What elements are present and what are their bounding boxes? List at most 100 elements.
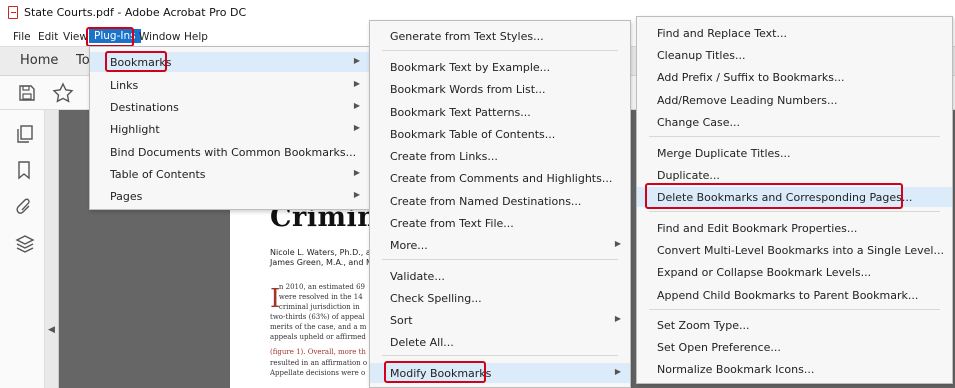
chevron-right-icon: ▶ xyxy=(353,79,360,88)
tab-tools[interactable]: To xyxy=(76,53,90,68)
author-line: James Green, M.A., and M xyxy=(270,258,373,267)
panel-collapse-strip[interactable]: ◀ xyxy=(45,110,59,388)
menu-window[interactable]: Window xyxy=(139,31,180,43)
window-title: State Courts.pdf - Adobe Acrobat Pro DC xyxy=(24,6,247,19)
menu-item-label: Find and Replace Text... xyxy=(657,27,787,40)
left-navigation-rail xyxy=(0,110,45,388)
menu-separator xyxy=(382,50,618,51)
menu-item-label: Normalize Bookmark Icons... xyxy=(657,363,815,376)
menu-item-label: Duplicate... xyxy=(657,169,720,182)
chevron-right-icon: ▶ xyxy=(353,101,360,110)
chevron-right-icon: ▶ xyxy=(353,123,360,132)
bookmark-icon[interactable] xyxy=(17,160,31,180)
plug-ins-highlight-box xyxy=(86,27,134,47)
menu-item-add-prefix-suffix[interactable]: Add Prefix / Suffix to Bookmarks... xyxy=(637,67,952,87)
menu-help[interactable]: Help xyxy=(184,31,208,43)
menu-item-merge-duplicate-titles[interactable]: Merge Duplicate Titles... xyxy=(637,143,952,163)
menu-item-find-and-edit-bookmark-properties[interactable]: Find and Edit Bookmark Properties... xyxy=(637,218,952,238)
menu-item-label: Bookmark Table of Contents... xyxy=(390,128,556,141)
menu-item-label: Convert Multi-Level Bookmarks into a Sin… xyxy=(657,244,944,257)
menu-item-links[interactable]: Links ▶ xyxy=(90,75,369,95)
menu-item-label: Pages xyxy=(110,190,143,203)
menu-item-bookmark-text-patterns[interactable]: Bookmark Text Patterns... xyxy=(370,102,630,122)
menu-item-label: Expand or Collapse Bookmark Levels... xyxy=(657,266,872,279)
layers-icon[interactable] xyxy=(15,234,35,254)
menu-file[interactable]: File xyxy=(13,31,31,43)
menu-item-label: Create from Links... xyxy=(390,150,498,163)
menu-item-label: Set Open Preference... xyxy=(657,341,781,354)
menu-item-normalize-bookmark-icons[interactable]: Normalize Bookmark Icons... xyxy=(637,359,952,379)
menu-item-set-open-preference[interactable]: Set Open Preference... xyxy=(637,337,952,357)
menu-item-bookmark-text-by-example[interactable]: Bookmark Text by Example... xyxy=(370,57,630,77)
menu-item-label: Bind Documents with Common Bookmarks... xyxy=(110,146,357,159)
menu-item-sort[interactable]: Sort ▶ xyxy=(370,310,630,330)
figure-reference: (figure 1). Overall, more th xyxy=(270,348,366,356)
menu-item-check-spelling[interactable]: Check Spelling... xyxy=(370,288,630,308)
menu-item-add-remove-leading-numbers[interactable]: Add/Remove Leading Numbers... xyxy=(637,90,952,110)
menu-item-label: Add Prefix / Suffix to Bookmarks... xyxy=(657,71,845,84)
document-body-text-tail: resulted in an affirmation o Appellate d… xyxy=(270,359,368,377)
pdf-file-icon xyxy=(8,6,18,19)
menu-item-delete-all[interactable]: Delete All... xyxy=(370,332,630,352)
menu-item-create-from-comments[interactable]: Create from Comments and Highlights... xyxy=(370,168,630,188)
menu-item-label: Bookmark Words from List... xyxy=(390,83,546,96)
menu-item-table-of-contents[interactable]: Table of Contents ▶ xyxy=(90,164,369,184)
chevron-right-icon: ▶ xyxy=(614,367,621,376)
star-icon[interactable] xyxy=(52,82,74,104)
chevron-right-icon: ▶ xyxy=(614,239,621,248)
menu-item-label: Delete All... xyxy=(390,336,454,349)
menu-item-append-child-bookmarks[interactable]: Append Child Bookmarks to Parent Bookmar… xyxy=(637,285,952,305)
menu-item-label: Bookmark Text by Example... xyxy=(390,61,551,74)
menu-item-validate[interactable]: Validate... xyxy=(370,266,630,286)
tab-home[interactable]: Home xyxy=(20,53,58,68)
author-line: Nicole L. Waters, Ph.D., and xyxy=(270,248,381,257)
bookmarks-highlight-box xyxy=(105,51,167,72)
menu-separator xyxy=(382,355,618,356)
menu-item-change-case[interactable]: Change Case... xyxy=(637,112,952,132)
menu-item-label: Append Child Bookmarks to Parent Bookmar… xyxy=(657,289,919,302)
menu-item-label: Create from Comments and Highlights... xyxy=(390,172,613,185)
menu-item-generate-from-text-styles[interactable]: Generate from Text Styles... xyxy=(370,26,630,46)
chevron-left-icon[interactable]: ◀ xyxy=(48,325,55,335)
paperclip-icon[interactable] xyxy=(16,198,34,218)
menu-item-find-and-replace-text[interactable]: Find and Replace Text... xyxy=(637,23,952,43)
menu-item-bind-documents[interactable]: Bind Documents with Common Bookmarks... xyxy=(90,142,369,162)
menu-item-cleanup-titles[interactable]: Cleanup Titles... xyxy=(637,45,952,65)
menu-item-label: Table of Contents xyxy=(110,168,206,181)
menu-item-convert-multi-level[interactable]: Convert Multi-Level Bookmarks into a Sin… xyxy=(637,240,952,260)
menu-view[interactable]: View xyxy=(63,31,88,43)
menu-item-label: Highlight xyxy=(110,123,160,136)
menu-item-pages[interactable]: Pages ▶ xyxy=(90,186,369,206)
document-authors: Nicole L. Waters, Ph.D., and James Green… xyxy=(270,248,381,268)
menu-separator xyxy=(649,136,940,137)
menu-item-create-from-named-destinations[interactable]: Create from Named Destinations... xyxy=(370,191,630,211)
chevron-right-icon: ▶ xyxy=(353,168,360,177)
save-icon[interactable] xyxy=(18,84,36,102)
menu-edit[interactable]: Edit xyxy=(38,31,58,43)
menu-item-label: More... xyxy=(390,239,428,252)
menu-item-label: Destinations xyxy=(110,101,179,114)
menu-item-label: Cleanup Titles... xyxy=(657,49,746,62)
delete-bookmarks-highlight-box xyxy=(645,183,903,209)
menu-separator xyxy=(649,211,940,212)
menu-item-highlight[interactable]: Highlight ▶ xyxy=(90,119,369,139)
menu-item-more[interactable]: More... ▶ xyxy=(370,235,630,255)
menu-item-bookmark-table-of-contents[interactable]: Bookmark Table of Contents... xyxy=(370,124,630,144)
menu-item-label: Find and Edit Bookmark Properties... xyxy=(657,222,858,235)
menu-item-label: Check Spelling... xyxy=(390,292,482,305)
bookmarks-submenu: Generate from Text Styles... Bookmark Te… xyxy=(369,20,631,388)
menu-item-create-from-links[interactable]: Create from Links... xyxy=(370,146,630,166)
menu-item-label: Create from Named Destinations... xyxy=(390,195,582,208)
menu-item-label: Create from Text File... xyxy=(390,217,514,230)
menu-item-create-from-text-file[interactable]: Create from Text File... xyxy=(370,213,630,233)
menu-separator xyxy=(649,309,940,310)
menu-item-set-zoom-type[interactable]: Set Zoom Type... xyxy=(637,315,952,335)
menu-item-destinations[interactable]: Destinations ▶ xyxy=(90,97,369,117)
menu-item-bookmark-words-from-list[interactable]: Bookmark Words from List... xyxy=(370,79,630,99)
pages-icon[interactable] xyxy=(16,124,34,144)
menu-item-label: Bookmark Text Patterns... xyxy=(390,106,531,119)
menu-item-expand-collapse-levels[interactable]: Expand or Collapse Bookmark Levels... xyxy=(637,262,952,282)
menu-item-label: Add/Remove Leading Numbers... xyxy=(657,94,838,107)
menu-item-duplicate[interactable]: Duplicate... xyxy=(637,165,952,185)
menu-separator xyxy=(382,259,618,260)
